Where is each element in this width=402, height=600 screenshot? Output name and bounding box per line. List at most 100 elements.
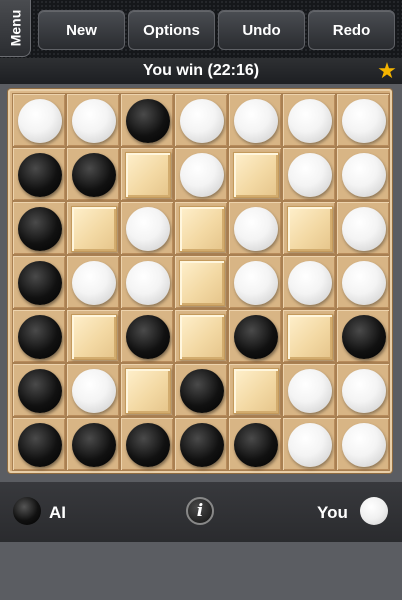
board-cell[interactable] bbox=[120, 201, 174, 255]
black-stone bbox=[180, 369, 224, 413]
white-stone bbox=[18, 99, 62, 143]
board-cell[interactable] bbox=[120, 255, 174, 309]
black-stone bbox=[18, 207, 62, 251]
white-stone bbox=[342, 153, 386, 197]
white-stone bbox=[288, 99, 332, 143]
board-cell[interactable] bbox=[282, 147, 336, 201]
white-stone bbox=[234, 99, 278, 143]
board-cell[interactable] bbox=[66, 309, 120, 363]
board-cell[interactable] bbox=[120, 147, 174, 201]
white-stone bbox=[342, 261, 386, 305]
menu-button[interactable]: Menu bbox=[0, 0, 31, 57]
blocked-square bbox=[179, 314, 225, 360]
board-cell[interactable] bbox=[282, 93, 336, 147]
board-cell[interactable] bbox=[66, 363, 120, 417]
blocked-square bbox=[125, 152, 171, 198]
redo-button[interactable]: Redo bbox=[308, 10, 395, 50]
blocked-square bbox=[233, 152, 279, 198]
board-cell[interactable] bbox=[336, 309, 390, 363]
black-stone bbox=[234, 423, 278, 467]
white-stone bbox=[234, 261, 278, 305]
white-stone bbox=[126, 207, 170, 251]
board-cell[interactable] bbox=[66, 201, 120, 255]
blocked-square bbox=[71, 314, 117, 360]
board-cell[interactable] bbox=[12, 201, 66, 255]
black-stone bbox=[18, 369, 62, 413]
board-cell[interactable] bbox=[228, 417, 282, 471]
board-cell[interactable] bbox=[120, 309, 174, 363]
black-stone bbox=[126, 315, 170, 359]
white-stone bbox=[342, 423, 386, 467]
board-cell[interactable] bbox=[282, 417, 336, 471]
board-cell[interactable] bbox=[174, 363, 228, 417]
black-stone bbox=[126, 423, 170, 467]
blocked-square bbox=[179, 206, 225, 252]
board-cell[interactable] bbox=[228, 201, 282, 255]
board-cell[interactable] bbox=[174, 147, 228, 201]
info-icon[interactable]: i bbox=[186, 497, 214, 525]
board-cell[interactable] bbox=[120, 417, 174, 471]
board-cell[interactable] bbox=[120, 93, 174, 147]
board-cell[interactable] bbox=[12, 309, 66, 363]
board-cell[interactable] bbox=[66, 147, 120, 201]
board-cell[interactable] bbox=[336, 255, 390, 309]
white-stone bbox=[126, 261, 170, 305]
black-stone bbox=[72, 423, 116, 467]
board-cell[interactable] bbox=[174, 255, 228, 309]
board-cell[interactable] bbox=[228, 255, 282, 309]
board-cell[interactable] bbox=[174, 201, 228, 255]
new-game-button[interactable]: New bbox=[38, 10, 125, 50]
game-board[interactable] bbox=[12, 93, 390, 471]
white-stone bbox=[288, 423, 332, 467]
board-cell[interactable] bbox=[12, 93, 66, 147]
blocked-square bbox=[287, 314, 333, 360]
white-stone bbox=[180, 99, 224, 143]
white-stone bbox=[288, 153, 332, 197]
board-cell[interactable] bbox=[282, 363, 336, 417]
board-cell[interactable] bbox=[336, 93, 390, 147]
board-cell[interactable] bbox=[336, 201, 390, 255]
board-cell[interactable] bbox=[66, 93, 120, 147]
board-cell[interactable] bbox=[282, 309, 336, 363]
white-stone-icon bbox=[360, 497, 388, 525]
board-cell[interactable] bbox=[174, 93, 228, 147]
star-icon[interactable]: ★ bbox=[376, 58, 398, 84]
black-stone bbox=[126, 99, 170, 143]
board-cell[interactable] bbox=[228, 147, 282, 201]
black-stone bbox=[180, 423, 224, 467]
board-cell[interactable] bbox=[336, 417, 390, 471]
board-cell[interactable] bbox=[336, 147, 390, 201]
board-cell[interactable] bbox=[66, 417, 120, 471]
black-stone bbox=[342, 315, 386, 359]
board-cell[interactable] bbox=[174, 309, 228, 363]
board-cell[interactable] bbox=[174, 417, 228, 471]
white-stone bbox=[288, 261, 332, 305]
white-stone bbox=[288, 369, 332, 413]
black-stone bbox=[18, 261, 62, 305]
blocked-square bbox=[71, 206, 117, 252]
board-cell[interactable] bbox=[12, 417, 66, 471]
white-stone bbox=[234, 207, 278, 251]
board-cell[interactable] bbox=[12, 363, 66, 417]
board-cell[interactable] bbox=[282, 255, 336, 309]
board-cell[interactable] bbox=[228, 309, 282, 363]
board-cell[interactable] bbox=[12, 255, 66, 309]
board-cell[interactable] bbox=[66, 255, 120, 309]
options-button[interactable]: Options bbox=[128, 10, 215, 50]
board-cell[interactable] bbox=[12, 147, 66, 201]
white-stone bbox=[342, 99, 386, 143]
blocked-square bbox=[233, 368, 279, 414]
undo-button[interactable]: Undo bbox=[218, 10, 305, 50]
white-stone bbox=[72, 369, 116, 413]
board-cell[interactable] bbox=[228, 363, 282, 417]
black-stone-icon bbox=[13, 497, 41, 525]
blocked-square bbox=[287, 206, 333, 252]
board-cell[interactable] bbox=[282, 201, 336, 255]
board-cell[interactable] bbox=[336, 363, 390, 417]
blocked-square bbox=[125, 368, 171, 414]
white-stone bbox=[180, 153, 224, 197]
board-cell[interactable] bbox=[120, 363, 174, 417]
board-cell[interactable] bbox=[228, 93, 282, 147]
white-stone bbox=[72, 261, 116, 305]
black-stone bbox=[18, 153, 62, 197]
